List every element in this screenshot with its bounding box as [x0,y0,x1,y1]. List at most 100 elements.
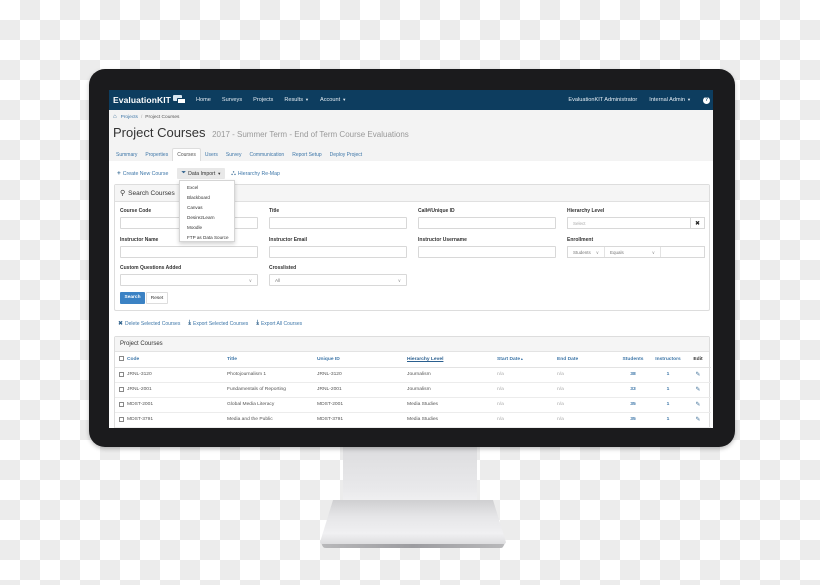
tab-courses[interactable]: Courses [172,148,201,161]
tab-survey[interactable]: Survey [222,149,246,161]
bulk-actions: ✖ Delete Selected Courses ⤓ Export Selec… [118,320,310,327]
tab-users[interactable]: Users [201,149,222,161]
export-all-button[interactable]: ⤓ Export All Courses [256,320,302,327]
page-title-text: Project Courses [113,125,206,140]
breadcrumb-projects[interactable]: Projects [121,115,138,120]
caret-down-icon: ▼ [305,97,309,103]
chevron-down-icon: ∨ [651,250,655,255]
cell-unique-id: MDST-2001 [317,397,407,413]
help-icon[interactable]: ? [703,96,710,104]
hierarchy-remap-button[interactable]: ⛬ Hierarchy Re-Map [231,170,280,178]
nav-results-label: Results [284,97,303,103]
import-menu-item-desire2learn[interactable]: Desire2Learn [180,213,234,223]
cell-students-link[interactable]: 35 [615,397,651,413]
instructor-username-label: Instructor Username [418,237,467,243]
row-checkbox[interactable] [119,416,124,422]
pencil-edit-icon[interactable]: ✎ [695,387,700,393]
instructor-username-input[interactable] [418,246,556,258]
table-row: MDST-2001 Global Media Literacy MDST-200… [115,397,711,413]
instructor-email-input[interactable] [269,246,407,258]
row-checkbox[interactable] [119,371,124,377]
nav-account[interactable]: Account ▼ [320,97,346,103]
home-icon[interactable]: ⌂ [113,114,117,120]
export-all-label: Export All Courses [260,320,303,327]
delete-x-icon: ✖ [118,321,124,327]
enrollment-operator-select[interactable]: Equals ∨ [605,247,661,257]
col-title[interactable]: Title [227,352,317,368]
courses-table: Code Title Unique ID Hierarchy Level Sta… [115,352,711,428]
delete-selected-button[interactable]: ✖ Delete Selected Courses [118,320,180,328]
crosslisted-value: All [275,278,281,283]
create-course-button[interactable]: + Create New Course [117,170,168,177]
search-button[interactable]: Search [120,292,145,304]
cell-edit: ✎ [685,367,711,383]
tab-summary[interactable]: Summary [112,149,141,161]
unique-id-input[interactable] [418,217,556,229]
crosslisted-select[interactable]: All ∨ [269,274,407,286]
cell-hierarchy: Journalism [407,367,497,383]
col-instructors[interactable]: Instructors [651,352,685,368]
col-hierarchy-level[interactable]: Hierarchy Level [407,352,497,368]
cell-students-link[interactable]: 35 [615,412,651,428]
nav-role-label: Internal Admin [649,97,686,103]
import-menu-item-canvas[interactable]: Canvas [180,203,234,213]
tab-properties[interactable]: Properties [141,149,172,161]
col-students[interactable]: Students [615,352,651,368]
cell-instructors-link[interactable]: 1 [651,412,685,428]
cell-instructors-link[interactable]: 1 [651,382,685,398]
nav-home[interactable]: Home [196,97,211,103]
pencil-edit-icon[interactable]: ✎ [695,417,700,423]
cell-instructors-link[interactable]: 1 [651,367,685,383]
col-code[interactable]: Code [127,352,227,368]
cell-students-link[interactable]: 38 [615,367,651,383]
sort-asc-icon: ▲ [520,356,524,361]
instructor-email-field-group: Instructor Email [269,237,407,258]
sitemap-icon: ⛬ [231,169,236,177]
tab-communication[interactable]: Communication [245,149,288,161]
col-unique-id[interactable]: Unique ID [317,352,407,368]
reset-button[interactable]: Reset [146,292,168,304]
clear-icon[interactable]: ✖ [691,217,705,229]
tab-deploy-project[interactable]: Deploy Project [326,149,367,161]
data-import-button[interactable]: ⏷ Data Import ▼ [177,168,226,179]
nav-projects[interactable]: Projects [253,97,273,103]
import-menu-item-excel[interactable]: Excel [180,183,234,193]
page-subtitle: 2017 - Summer Term - End of Term Course … [212,130,409,139]
monitor-stand-base-edge [322,544,504,548]
table-header-row: Code Title Unique ID Hierarchy Level Sta… [115,352,711,368]
title-input[interactable] [269,217,407,229]
instructor-name-input[interactable] [120,246,258,258]
chevron-down-icon: ∨ [595,250,599,255]
nav-role-menu[interactable]: Internal Admin ▼ [649,97,691,103]
enrollment-subject-select[interactable]: Students ∨ [568,247,605,257]
nav-user[interactable]: EvaluationKIT Administrator [568,97,637,103]
cell-students-link[interactable]: 33 [615,382,651,398]
pencil-edit-icon[interactable]: ✎ [695,372,700,378]
col-edit: Edit [685,352,711,368]
enrollment-value-input[interactable] [661,247,704,257]
import-menu-item-moodle[interactable]: Moodle [180,223,234,233]
table-row: JRNL-3120 Photojournalism 1 JRNL-3120 Jo… [115,367,711,383]
row-checkbox[interactable] [119,386,124,392]
col-end-date[interactable]: End Date [557,352,615,368]
download-icon: ⤓ [188,320,191,326]
col-start-date[interactable]: Start Date▲ [497,352,557,368]
top-navbar: EvaluationKIT Home Surveys Projects Resu… [109,90,713,110]
select-all-checkbox[interactable] [119,356,124,362]
cell-instructors-link[interactable]: 1 [651,397,685,413]
nav-surveys[interactable]: Surveys [222,97,242,103]
export-selected-button[interactable]: ⤓ Export Selected Courses [188,320,248,327]
custom-questions-select[interactable]: ∨ [120,274,258,286]
brand-logo[interactable]: EvaluationKIT [113,95,186,105]
nav-results[interactable]: Results ▼ [284,97,309,103]
import-menu-item-blackboard[interactable]: Blackboard [180,193,234,203]
pencil-edit-icon[interactable]: ✎ [695,402,700,408]
monitor-screen: EvaluationKIT Home Surveys Projects Resu… [109,90,713,428]
row-checkbox[interactable] [119,401,124,407]
import-menu-item-ftp[interactable]: FTP as Data Source [180,233,234,243]
monitor-stand-base [320,500,506,548]
cell-unique-id: JRNL-2001 [317,382,407,398]
cell-code: MDST-2001 [127,397,227,413]
tab-report-setup[interactable]: Report Setup [288,149,325,161]
hierarchy-select[interactable]: Select [567,217,691,229]
